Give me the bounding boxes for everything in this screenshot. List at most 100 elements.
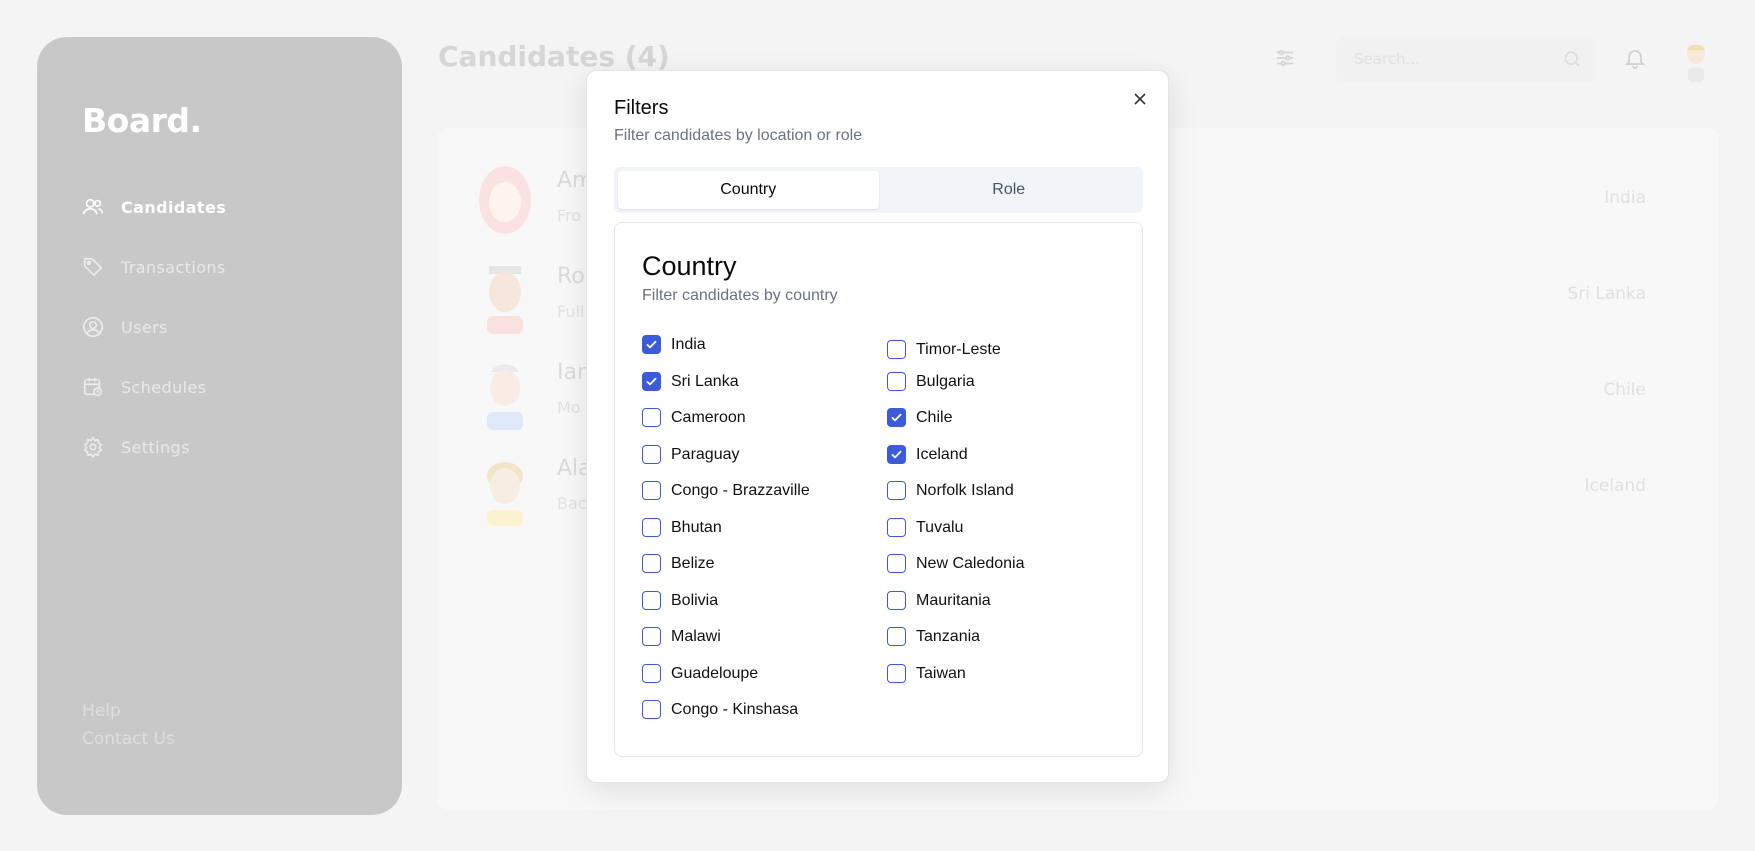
candidate-role: Full (557, 302, 585, 321)
tab-country[interactable]: Country (618, 171, 879, 209)
checkbox-label: Iceland (916, 445, 968, 463)
country-checkbox-item[interactable]: Mauritania (887, 591, 991, 610)
checkbox-label: Mauritania (916, 591, 991, 609)
country-checkbox-item[interactable]: Congo - Brazzaville (642, 481, 810, 500)
country-checkbox-item[interactable]: Sri Lanka (642, 372, 739, 391)
country-panel: Country Filter candidates by country Ind… (614, 222, 1143, 757)
sidebar-item-label: Candidates (121, 197, 227, 217)
sidebar-item-label: Users (121, 317, 168, 337)
checkbox[interactable] (887, 481, 906, 500)
country-checkbox-item[interactable]: Timor-Leste (887, 340, 1001, 359)
checkbox[interactable] (642, 518, 661, 537)
country-checkbox-item[interactable]: Chile (887, 408, 952, 427)
country-checkbox-item[interactable]: India (642, 335, 706, 354)
country-checkbox-item[interactable]: Bolivia (642, 591, 718, 610)
panel-title: Country (642, 251, 737, 281)
checkbox[interactable] (887, 664, 906, 683)
help-link[interactable]: Help (82, 697, 175, 725)
checkbox-label: Bolivia (671, 591, 719, 609)
checkbox-label: Tuvalu (916, 518, 964, 536)
country-checkbox-item[interactable]: Bulgaria (887, 372, 975, 391)
country-checkbox-item[interactable]: Cameroon (642, 408, 746, 427)
users-icon (83, 198, 103, 215)
country-checkbox-item[interactable]: Tuvalu (887, 518, 963, 537)
candidate-location: Iceland (1584, 476, 1646, 496)
candidate-location: Chile (1603, 380, 1646, 400)
checkbox[interactable] (642, 554, 661, 573)
checkbox-label: Congo - Kinshasa (671, 700, 799, 718)
checkbox-checked[interactable] (642, 335, 661, 354)
checkbox-checked[interactable] (887, 445, 906, 464)
checkbox-label: Sri Lanka (671, 372, 739, 390)
checkbox[interactable] (642, 627, 661, 646)
checkbox-label: Timor-Leste (916, 340, 1001, 358)
contact-us-link[interactable]: Contact Us (82, 725, 175, 753)
checkbox-label: Guadeloupe (671, 664, 759, 682)
checkbox[interactable] (642, 700, 661, 719)
country-checkbox-item[interactable]: Norfolk Island (887, 481, 1014, 500)
sidebar-item-label: Transactions (121, 257, 226, 277)
checkbox[interactable] (887, 591, 906, 610)
tab-role[interactable]: Role (879, 171, 1140, 209)
filter-tabs: Country Role (614, 167, 1143, 213)
filters-dialog: Filters Filter candidates by location or… (586, 70, 1169, 783)
country-checkbox-item[interactable]: New Caledonia (887, 554, 1025, 573)
checkbox-label: New Caledonia (916, 554, 1025, 572)
checkbox[interactable] (642, 408, 661, 427)
country-checkbox-item[interactable]: Iceland (887, 445, 968, 464)
gear-icon (83, 436, 103, 458)
sidebar-item-transactions[interactable]: Transactions (82, 237, 226, 297)
country-checkbox-item[interactable]: Paraguay (642, 445, 740, 464)
country-checkbox-item[interactable]: Taiwan (887, 664, 966, 683)
checkbox[interactable] (887, 372, 906, 391)
country-checkbox-item[interactable]: Tanzania (887, 627, 980, 646)
sidebar-item-candidates[interactable]: Candidates (82, 177, 226, 237)
checkbox[interactable] (887, 554, 906, 573)
checkbox[interactable] (887, 627, 906, 646)
checkbox[interactable] (642, 664, 661, 683)
candidate-location: Sri Lanka (1567, 284, 1646, 304)
candidate-role: Mo (557, 398, 581, 417)
checkbox-checked[interactable] (642, 372, 661, 391)
panel-description: Filter candidates by country (642, 287, 838, 304)
checkbox-label: Belize (671, 554, 715, 572)
sidebar: Board. Candidates Transactions Users Sch… (37, 37, 402, 815)
country-checkbox-item[interactable]: Guadeloupe (642, 664, 758, 683)
checkbox-checked[interactable] (887, 408, 906, 427)
checkbox[interactable] (642, 481, 661, 500)
candidate-role: Fro (557, 206, 582, 225)
checkbox-label: Chile (916, 408, 953, 426)
filter-sliders-icon[interactable] (1274, 47, 1296, 69)
sidebar-item-label: Settings (121, 437, 190, 457)
sidebar-item-label: Schedules (121, 377, 207, 397)
avatar (487, 364, 523, 430)
brand-logo: Board. (82, 101, 202, 140)
checkbox-label: Bulgaria (916, 372, 975, 390)
avatar (479, 166, 531, 234)
checkbox-label: Bhutan (671, 518, 722, 536)
candidate-name: Ro (557, 264, 585, 289)
checkbox-label: Paraguay (671, 445, 740, 463)
dialog-title: Filters (614, 97, 669, 119)
avatar (487, 462, 523, 526)
checkbox[interactable] (642, 445, 661, 464)
checkbox[interactable] (887, 518, 906, 537)
country-checkbox-item[interactable]: Malawi (642, 627, 721, 646)
search-input[interactable]: Search... (1336, 36, 1596, 82)
checkbox[interactable] (887, 340, 906, 359)
close-icon[interactable] (1130, 89, 1150, 109)
country-checkbox-item[interactable]: Belize (642, 554, 715, 573)
sidebar-item-settings[interactable]: Settings (82, 417, 226, 477)
calendar-clock-icon (83, 377, 103, 397)
avatar[interactable] (1680, 40, 1712, 82)
tag-icon (83, 257, 103, 277)
checkbox[interactable] (642, 591, 661, 610)
search-icon (1564, 51, 1580, 67)
sidebar-item-schedules[interactable]: Schedules (82, 357, 226, 417)
country-checkbox-item[interactable]: Congo - Kinshasa (642, 700, 798, 719)
checkbox-label: Taiwan (916, 664, 966, 682)
bell-icon[interactable] (1623, 46, 1647, 70)
sidebar-item-users[interactable]: Users (82, 297, 226, 357)
checkbox-label: Malawi (671, 627, 721, 645)
country-checkbox-item[interactable]: Bhutan (642, 518, 722, 537)
